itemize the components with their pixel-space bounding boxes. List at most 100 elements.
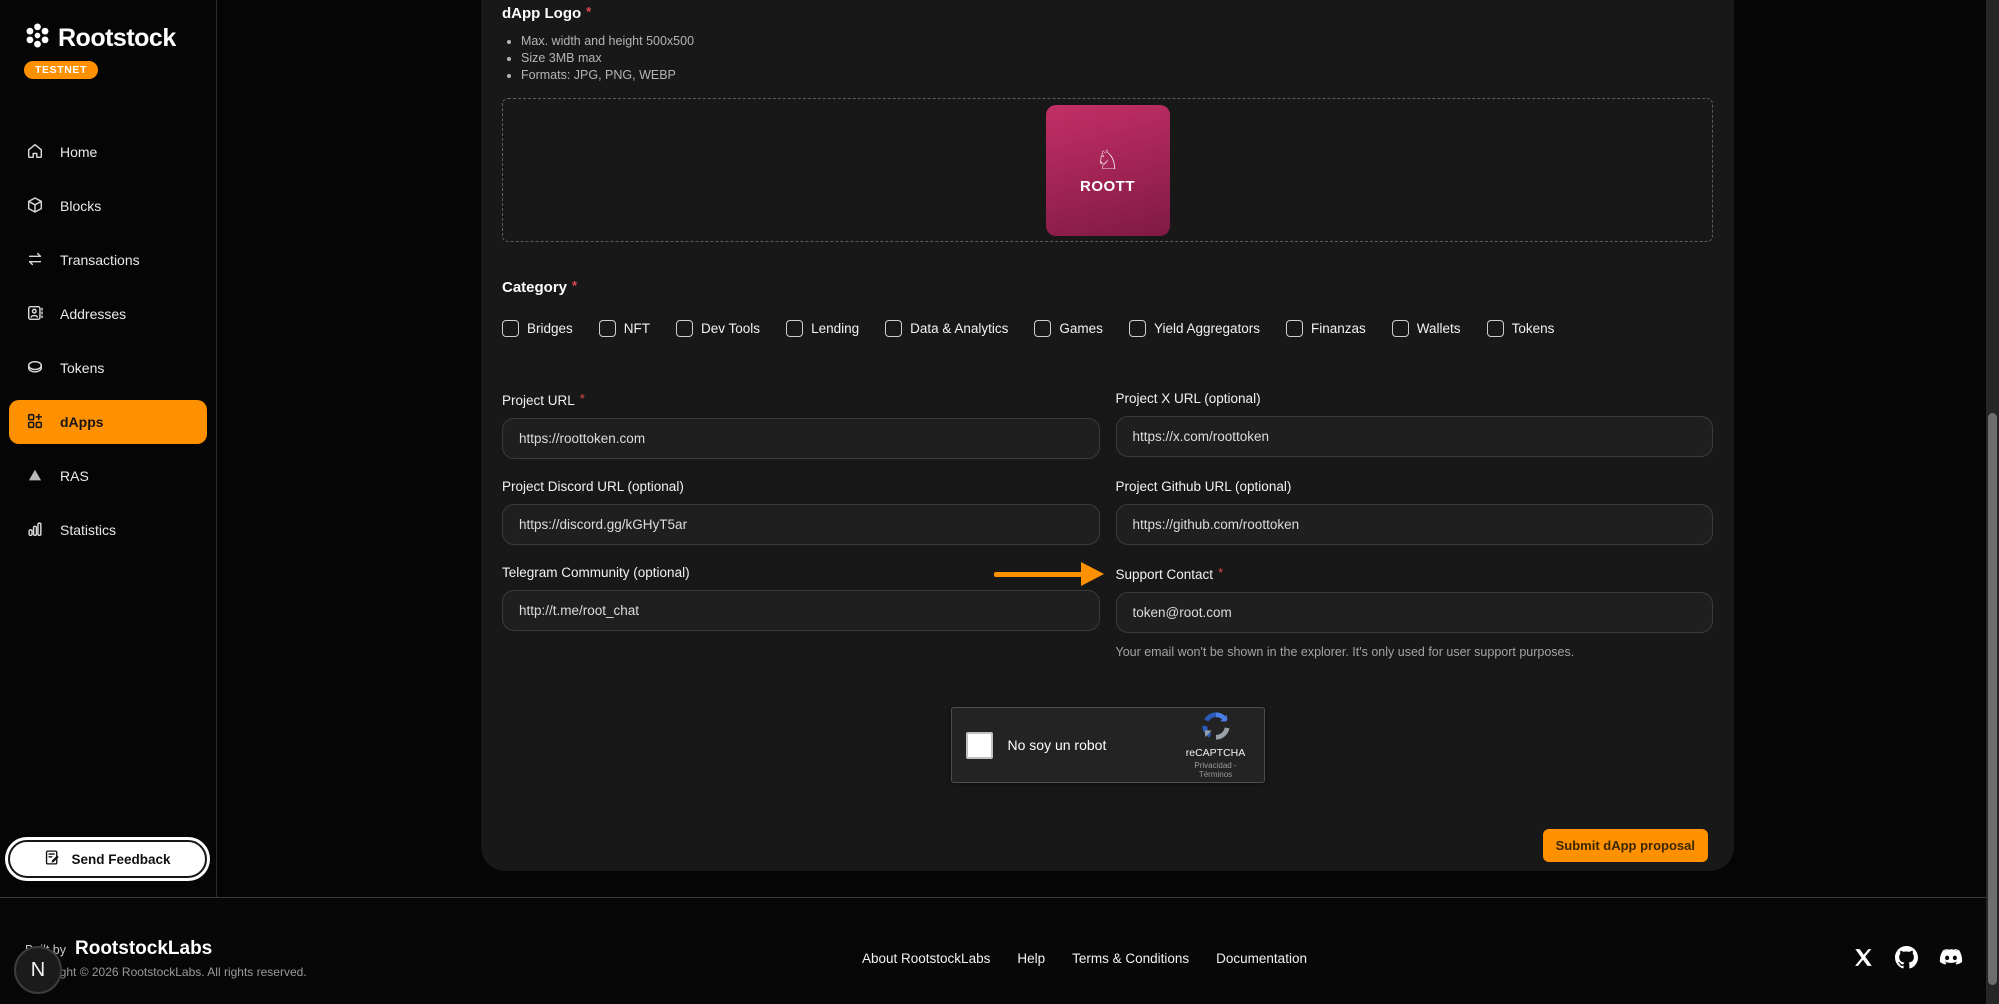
sidebar-item-home[interactable]: Home (0, 125, 216, 179)
brand-name: Rootstock (58, 24, 176, 53)
category-option-yield-aggregators[interactable]: Yield Aggregators (1129, 320, 1260, 337)
footer-link-terms[interactable]: Terms & Conditions (1072, 951, 1189, 966)
project-x-url-input[interactable] (1116, 416, 1714, 457)
project-github-url-field: Project Github URL (optional) (1116, 479, 1714, 545)
category-option-lending[interactable]: Lending (786, 320, 859, 337)
home-icon (26, 142, 44, 163)
project-discord-url-label: Project Discord URL (optional) (502, 479, 1100, 494)
recaptcha-logo-block: reCAPTCHA Privacidad - Términos (1180, 711, 1252, 779)
checkbox[interactable] (1286, 320, 1303, 337)
project-x-url-label: Project X URL (optional) (1116, 391, 1714, 406)
footer-link-documentation[interactable]: Documentation (1216, 951, 1307, 966)
required-asterisk: * (586, 4, 591, 19)
sidebar-item-label: Transactions (60, 252, 140, 268)
category-section-title: Category* (502, 278, 1713, 296)
checkbox[interactable] (676, 320, 693, 337)
coin-icon (26, 358, 44, 379)
checkbox[interactable] (885, 320, 902, 337)
sidebar-item-ras[interactable]: RAS (0, 449, 216, 503)
project-url-input[interactable] (502, 418, 1100, 459)
sidebar-item-blocks[interactable]: Blocks (0, 179, 216, 233)
orange-pointer-arrow-icon (994, 562, 1104, 586)
logo-rules-list: Max. width and height 500x500 Size 3MB m… (521, 33, 1713, 84)
footer-brand-block: Built by RootstockLabs Copyright © 2026 … (25, 938, 307, 979)
recaptcha-logo-icon (1201, 728, 1231, 745)
cube-icon (26, 196, 44, 217)
dapp-proposal-form-panel: dApp Logo* Max. width and height 500x500… (481, 0, 1734, 871)
grid-plus-icon (26, 412, 44, 433)
sidebar-item-tokens[interactable]: Tokens (0, 341, 216, 395)
category-option-bridges[interactable]: Bridges (502, 320, 573, 337)
send-feedback-label: Send Feedback (71, 852, 170, 867)
uploaded-logo-preview[interactable]: ♘ ROOTT (1046, 105, 1170, 236)
checkbox[interactable] (502, 320, 519, 337)
checkbox[interactable] (1129, 320, 1146, 337)
checkbox[interactable] (786, 320, 803, 337)
x-icon[interactable] (1853, 947, 1874, 968)
triangle-icon (26, 466, 44, 487)
testnet-badge: TESTNET (24, 61, 98, 79)
recaptcha-label: No soy un robot (1008, 737, 1107, 753)
footer-link-help[interactable]: Help (1017, 951, 1045, 966)
category-option-finanzas[interactable]: Finanzas (1286, 320, 1366, 337)
category-option-nft[interactable]: NFT (599, 320, 650, 337)
category-option-wallets[interactable]: Wallets (1392, 320, 1461, 337)
telegram-community-input[interactable] (502, 590, 1100, 631)
logo-upload-dropzone[interactable]: ♘ ROOTT (502, 98, 1713, 242)
scrollbar-thumb[interactable] (1988, 413, 1997, 985)
logo-tile-text: ROOTT (1080, 178, 1135, 195)
copyright-text: Copyright © 2026 RootstockLabs. All righ… (25, 965, 307, 979)
sidebar-item-dapps[interactable]: dApps (9, 400, 207, 444)
category-option-data-analytics[interactable]: Data & Analytics (885, 320, 1008, 337)
required-asterisk: * (1218, 565, 1223, 580)
rootstock-flower-icon (24, 22, 51, 54)
support-contact-field: Support Contact* Your email won't be sho… (1116, 565, 1714, 659)
sidebar-item-transactions[interactable]: Transactions (0, 233, 216, 287)
sidebar-item-label: Home (60, 144, 97, 160)
category-option-tokens[interactable]: Tokens (1487, 320, 1555, 337)
url-fields-grid: Project URL* Project X URL (optional) Pr… (502, 391, 1713, 659)
cursor-avatar-badge: N (14, 946, 62, 994)
recaptcha-widget: No soy un robot reCAPTCHA Privacidad - T… (951, 707, 1265, 783)
category-option-dev-tools[interactable]: Dev Tools (676, 320, 760, 337)
swap-arrows-icon (26, 250, 44, 271)
checkbox[interactable] (599, 320, 616, 337)
contact-card-icon (26, 304, 44, 325)
footer-links: About RootstockLabs Help Terms & Conditi… (862, 951, 1307, 966)
support-contact-input[interactable] (1116, 592, 1714, 633)
support-contact-helper-text: Your email won't be shown in the explore… (1116, 645, 1714, 659)
project-url-label: Project URL* (502, 391, 1100, 408)
logo-rule: Max. width and height 500x500 (521, 33, 1713, 50)
recaptcha-privacy-terms-links[interactable]: Privacidad - Términos (1180, 761, 1252, 779)
footer-social-icons (1853, 946, 1963, 969)
knight-icon: ♘ (1095, 146, 1119, 176)
footer-link-about[interactable]: About RootstockLabs (862, 951, 990, 966)
sidebar-item-label: Statistics (60, 522, 116, 538)
send-feedback-button[interactable]: Send Feedback (8, 840, 207, 878)
project-github-url-input[interactable] (1116, 504, 1714, 545)
github-icon[interactable] (1895, 946, 1918, 969)
sidebar-item-addresses[interactable]: Addresses (0, 287, 216, 341)
required-asterisk: * (580, 391, 585, 406)
sidebar-item-label: RAS (60, 468, 89, 484)
discord-icon[interactable] (1939, 948, 1963, 968)
footer: Built by RootstockLabs Copyright © 2026 … (0, 897, 1999, 1004)
page: Rootstock TESTNET Home Blocks (0, 0, 1999, 1004)
category-option-games[interactable]: Games (1034, 320, 1103, 337)
project-discord-url-field: Project Discord URL (optional) (502, 479, 1100, 545)
recaptcha-checkbox[interactable] (966, 732, 993, 759)
sidebar-item-label: Blocks (60, 198, 101, 214)
page-scrollbar[interactable] (1986, 0, 1999, 1004)
checkbox[interactable] (1034, 320, 1051, 337)
project-discord-url-input[interactable] (502, 504, 1100, 545)
submit-dapp-proposal-button[interactable]: Submit dApp proposal (1543, 829, 1708, 862)
bar-chart-icon (26, 520, 44, 541)
sidebar-item-statistics[interactable]: Statistics (0, 503, 216, 557)
footer-company-name[interactable]: RootstockLabs (75, 938, 212, 960)
sidebar: Rootstock TESTNET Home Blocks (0, 0, 217, 897)
checkbox[interactable] (1487, 320, 1504, 337)
project-github-url-label: Project Github URL (optional) (1116, 479, 1714, 494)
dapp-logo-section-title: dApp Logo* (502, 4, 1713, 22)
brand: Rootstock TESTNET (0, 0, 216, 79)
checkbox[interactable] (1392, 320, 1409, 337)
